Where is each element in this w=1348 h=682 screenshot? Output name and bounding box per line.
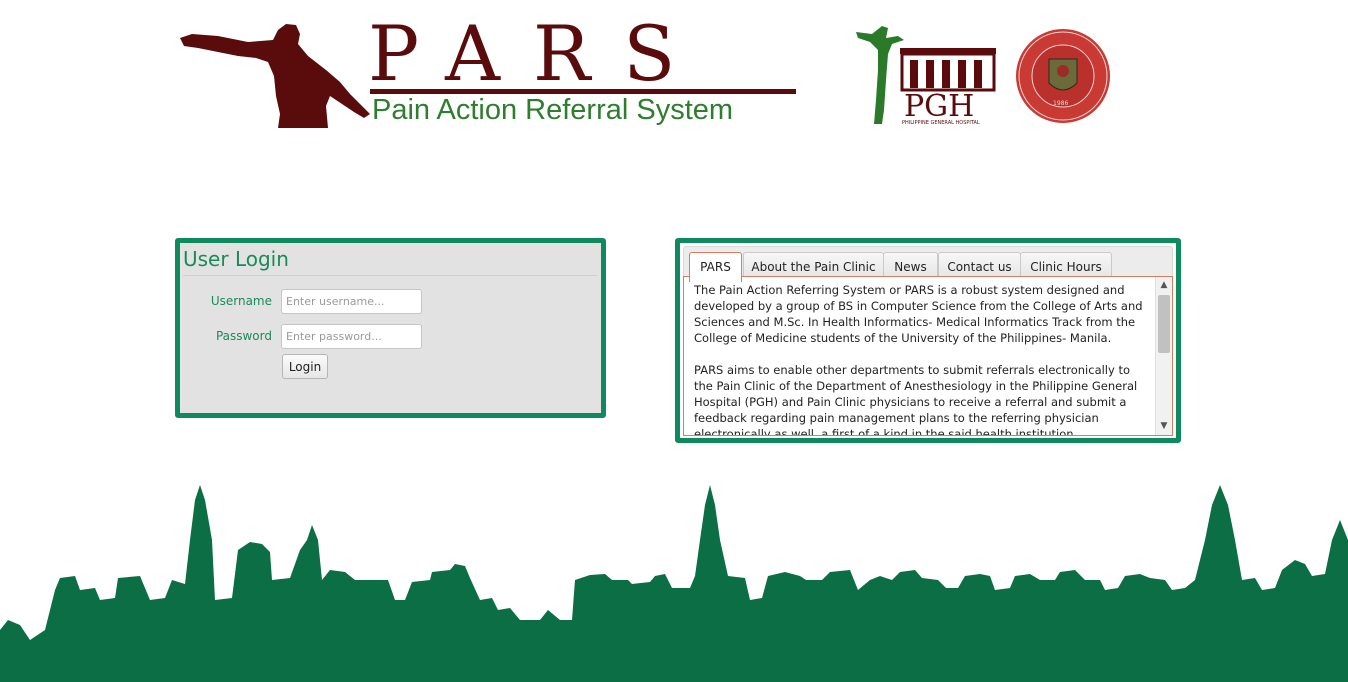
password-input[interactable] [281, 324, 422, 349]
login-panel: User Login Username Password Login [175, 238, 606, 418]
scroll-thumb[interactable] [1158, 295, 1170, 353]
vertical-scrollbar[interactable]: ▲ ▼ [1155, 277, 1172, 435]
app-title: PARS [368, 9, 709, 98]
info-panel: PARS About the Pain Clinic News Contact … [675, 238, 1181, 443]
up-seal-logo: 1986 [1016, 29, 1110, 123]
tab-pars[interactable]: PARS [689, 252, 742, 282]
seal-year: 1986 [1053, 100, 1068, 107]
tab-content-pars[interactable]: The Pain Action Referring System or PARS… [683, 276, 1173, 436]
username-input[interactable] [281, 289, 422, 314]
scroll-down-icon[interactable]: ▼ [1159, 420, 1169, 432]
pgh-logo-text: PGH [904, 89, 974, 124]
password-label: Password [215, 329, 272, 343]
login-title: User Login [183, 246, 597, 276]
username-label: Username [210, 294, 272, 308]
pgh-logo: PGH PHILIPPINE GENERAL HOSPITAL [856, 26, 996, 126]
login-button[interactable]: Login [282, 354, 328, 379]
pars-figure-logo [180, 24, 370, 128]
app-subtitle: Pain Action Referral System [372, 94, 734, 126]
scroll-up-icon[interactable]: ▲ [1159, 279, 1169, 291]
pgh-logo-caption: PHILIPPINE GENERAL HOSPITAL [902, 120, 980, 126]
city-skyline-decoration [0, 485, 1348, 682]
tab-bar: PARS About the Pain Clinic News Contact … [683, 246, 1173, 282]
pars-description: The Pain Action Referring System or PARS… [694, 282, 1152, 436]
pars-paragraph: PARS aims to enable other departments to… [694, 363, 1138, 436]
header: PARS Pain Action Referral System PGH PHI… [0, 0, 1348, 140]
pars-paragraph: The Pain Action Referring System or PARS… [694, 283, 1143, 345]
